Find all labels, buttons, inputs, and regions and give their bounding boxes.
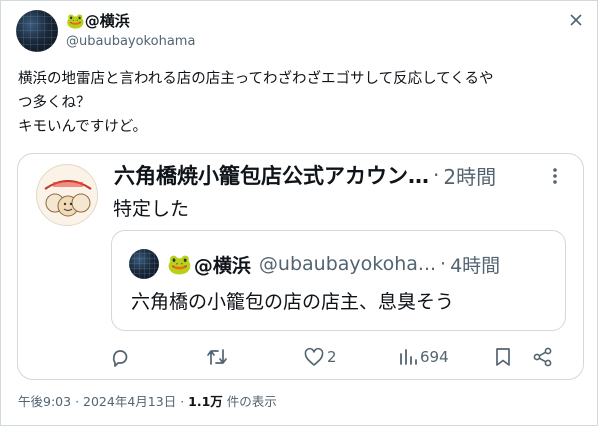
retweet-button[interactable] <box>205 342 229 372</box>
separator-dot: · <box>75 394 80 409</box>
nested-author-avatar[interactable] <box>129 249 159 279</box>
quoted-author-name[interactable]: 六角橋焼小籠包店公式アカウン… <box>114 160 429 190</box>
nested-author-handle[interactable]: @ubaubayokoha... <box>259 253 436 275</box>
reply-button[interactable] <box>109 342 131 372</box>
separator-dot: · <box>180 394 185 409</box>
views-number: 1.1万 <box>188 394 223 409</box>
views-label: 件の表示 <box>226 394 277 409</box>
frog-emoji: 🐸 <box>66 12 85 30</box>
tweet-text: 横浜の地雷店と言われる店の店主ってわざわざエゴサして反応してくるや つ多くね？ … <box>18 67 588 139</box>
author-avatar[interactable] <box>16 10 58 52</box>
nested-quoted-tweet[interactable]: 🐸 @横浜 @ubaubayokoha... · 4時間 六角橋の小籠包の店の店… <box>111 230 566 331</box>
bookmark-button[interactable] <box>493 342 513 372</box>
like-button[interactable]: 2 <box>303 342 337 372</box>
close-icon[interactable] <box>565 9 587 31</box>
share-icon <box>532 346 554 368</box>
tweet-card: 🐸 @横浜 @ubaubayokohama 横浜の地雷店と言われる店の店主ってわ… <box>0 0 598 426</box>
post-time[interactable]: 午後9:03 <box>18 394 71 409</box>
reply-icon <box>109 346 131 368</box>
heart-icon <box>303 346 325 368</box>
action-bar: 2 694 <box>17 342 584 372</box>
quoted-timestamp[interactable]: 2時間 <box>443 161 496 190</box>
nested-timestamp[interactable]: 4時間 <box>450 251 500 278</box>
nested-tweet-text: 六角橋の小籠包の店の店主、息臭そう <box>131 291 455 313</box>
share-button[interactable] <box>532 342 554 372</box>
quoted-author-line[interactable]: 六角橋焼小籠包店公式アカウン… · 2時間 <box>114 160 554 190</box>
views-button[interactable]: 694 <box>398 342 449 372</box>
frog-emoji: 🐸 <box>167 252 192 276</box>
nested-author-name[interactable]: @横浜 <box>194 251 251 278</box>
nested-author-line[interactable]: 🐸 @横浜 @ubaubayokoha... · 4時間 <box>167 250 557 278</box>
tweet-line: つ多くね？ <box>18 95 91 111</box>
author-handle[interactable]: @ubaubayokohama <box>66 34 195 49</box>
more-vertical-icon[interactable] <box>545 166 565 186</box>
tweet-line: 横浜の地雷店と言われる店の店主ってわざわざエゴサして反応してくるや <box>18 71 494 87</box>
tweet-line: キモいんですけど。 <box>18 119 148 135</box>
views-icon <box>398 346 418 368</box>
bookmark-icon <box>493 346 513 368</box>
author-display-name[interactable]: @横浜 <box>85 12 130 30</box>
view-count: 694 <box>420 348 449 366</box>
quoted-author-avatar[interactable] <box>36 164 98 226</box>
author-name-line[interactable]: 🐸 @横浜 <box>66 11 130 31</box>
separator-dot: · <box>440 253 447 275</box>
post-date[interactable]: 2024年4月13日 <box>83 394 176 409</box>
tweet-metadata: 午後9:03 · 2024年4月13日 · 1.1万 件の表示 <box>18 391 277 410</box>
quoted-tweet-text: 特定した <box>113 198 190 220</box>
separator-dot: · <box>433 163 440 187</box>
like-count: 2 <box>327 348 337 366</box>
retweet-icon <box>205 346 229 368</box>
